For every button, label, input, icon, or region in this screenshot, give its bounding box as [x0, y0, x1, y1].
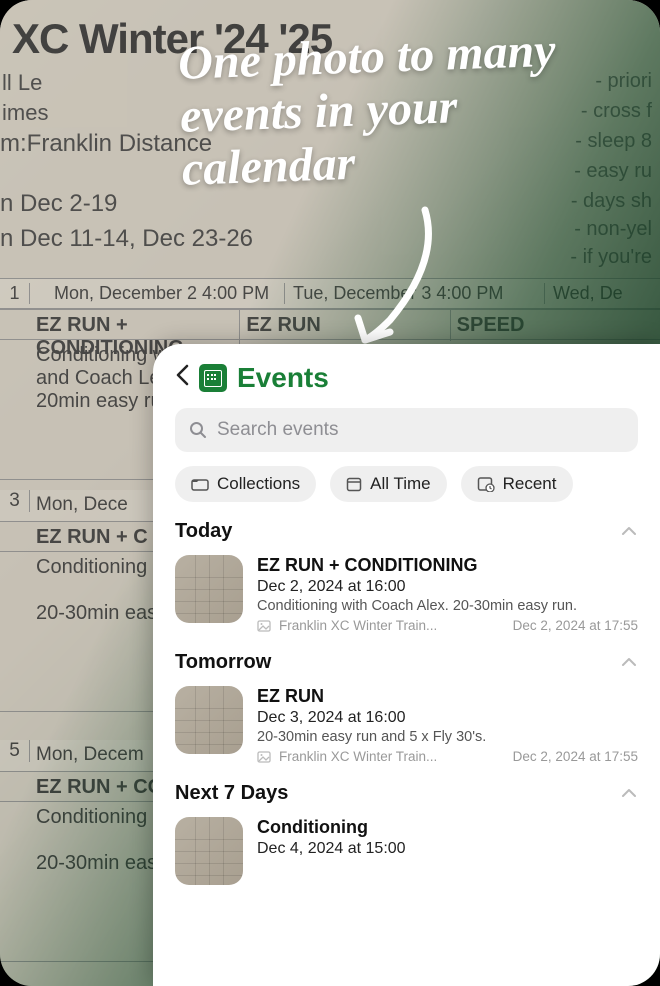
filter-chips: Collections All Time Recent	[175, 466, 638, 502]
bg-text: - non-yel	[574, 218, 652, 241]
image-icon	[257, 751, 271, 763]
event-title: EZ RUN + CONDITIONING	[257, 555, 638, 576]
event-item[interactable]: Conditioning Dec 4, 2024 at 15:00	[175, 817, 638, 885]
search-box[interactable]	[175, 408, 638, 452]
bg-table-header: 1 Mon, December 2 4:00 PM Tue, December …	[0, 278, 660, 310]
section-next7: Next 7 Days Conditioning Dec 4, 2024 at …	[175, 782, 638, 885]
search-input[interactable]	[217, 419, 624, 441]
event-item[interactable]: EZ RUN Dec 3, 2024 at 16:00 20-30min eas…	[175, 686, 638, 764]
event-title: EZ RUN	[257, 686, 638, 707]
section-today: Today EZ RUN + CONDITIONING Dec 2, 2024 …	[175, 520, 638, 633]
chip-recent[interactable]: Recent	[461, 466, 573, 502]
chip-label: Collections	[217, 474, 300, 494]
events-app-card: Events Collections All Time	[153, 344, 660, 986]
promo-card: XC Winter '24 '25 ll Le imes m:Franklin …	[0, 0, 660, 986]
calendar-small-icon	[346, 476, 362, 492]
back-icon[interactable]	[175, 364, 189, 393]
event-created: Dec 2, 2024 at 17:55	[513, 749, 638, 764]
promo-headline: One photo to many events in your calenda…	[177, 22, 632, 196]
event-time: Dec 3, 2024 at 16:00	[257, 709, 638, 727]
event-time: Dec 4, 2024 at 15:00	[257, 840, 638, 858]
event-created: Dec 2, 2024 at 17:55	[513, 618, 638, 633]
event-thumbnail	[175, 555, 243, 623]
bg-text: n Dec 11-14, Dec 23-26	[0, 225, 253, 253]
section-header[interactable]: Today	[175, 520, 638, 543]
chip-collections[interactable]: Collections	[175, 466, 316, 502]
clock-icon	[477, 476, 495, 492]
chip-alltime[interactable]: All Time	[330, 466, 446, 502]
event-thumbnail	[175, 817, 243, 885]
event-source: Franklin XC Winter Train...	[279, 618, 437, 633]
chevron-up-icon	[620, 652, 638, 673]
section-title: Next 7 Days	[175, 782, 288, 805]
image-icon	[257, 620, 271, 632]
event-meta: Franklin XC Winter Train... Dec 2, 2024 …	[257, 618, 638, 633]
bg-text: ll Le	[2, 70, 42, 96]
section-header[interactable]: Tomorrow	[175, 651, 638, 674]
section-title: Tomorrow	[175, 651, 271, 674]
bg-text: n Dec 2-19	[0, 190, 117, 218]
event-time: Dec 2, 2024 at 16:00	[257, 578, 638, 596]
bg-text: imes	[2, 100, 48, 126]
event-item[interactable]: EZ RUN + CONDITIONING Dec 2, 2024 at 16:…	[175, 555, 638, 633]
event-title: Conditioning	[257, 817, 638, 838]
chip-label: Recent	[503, 474, 557, 494]
page-title: Events	[237, 362, 329, 394]
section-tomorrow: Tomorrow EZ RUN Dec 3, 2024 at 16:00 20-…	[175, 651, 638, 764]
event-content: Conditioning Dec 4, 2024 at 15:00	[257, 817, 638, 885]
event-meta: Franklin XC Winter Train... Dec 2, 2024 …	[257, 749, 638, 764]
event-content: EZ RUN + CONDITIONING Dec 2, 2024 at 16:…	[257, 555, 638, 633]
event-source: Franklin XC Winter Train...	[279, 749, 437, 764]
event-content: EZ RUN Dec 3, 2024 at 16:00 20-30min eas…	[257, 686, 638, 764]
event-desc: Conditioning with Coach Alex. 20-30min e…	[257, 598, 638, 614]
bg-table-row: EZ RUN + CONDITIONING EZ RUN SPEED	[0, 310, 660, 340]
app-header: Events	[175, 362, 638, 394]
chevron-up-icon	[620, 521, 638, 542]
event-thumbnail	[175, 686, 243, 754]
section-header[interactable]: Next 7 Days	[175, 782, 638, 805]
event-desc: 20-30min easy run and 5 x Fly 30's.	[257, 729, 638, 745]
arrow-icon	[340, 200, 460, 360]
folder-icon	[191, 477, 209, 491]
chevron-up-icon	[620, 783, 638, 804]
search-icon	[189, 421, 207, 439]
chip-label: All Time	[370, 474, 430, 494]
bg-text: - if you're	[570, 246, 652, 269]
bg-text: - days sh	[571, 190, 652, 213]
section-title: Today	[175, 520, 232, 543]
calendar-icon	[199, 364, 227, 392]
